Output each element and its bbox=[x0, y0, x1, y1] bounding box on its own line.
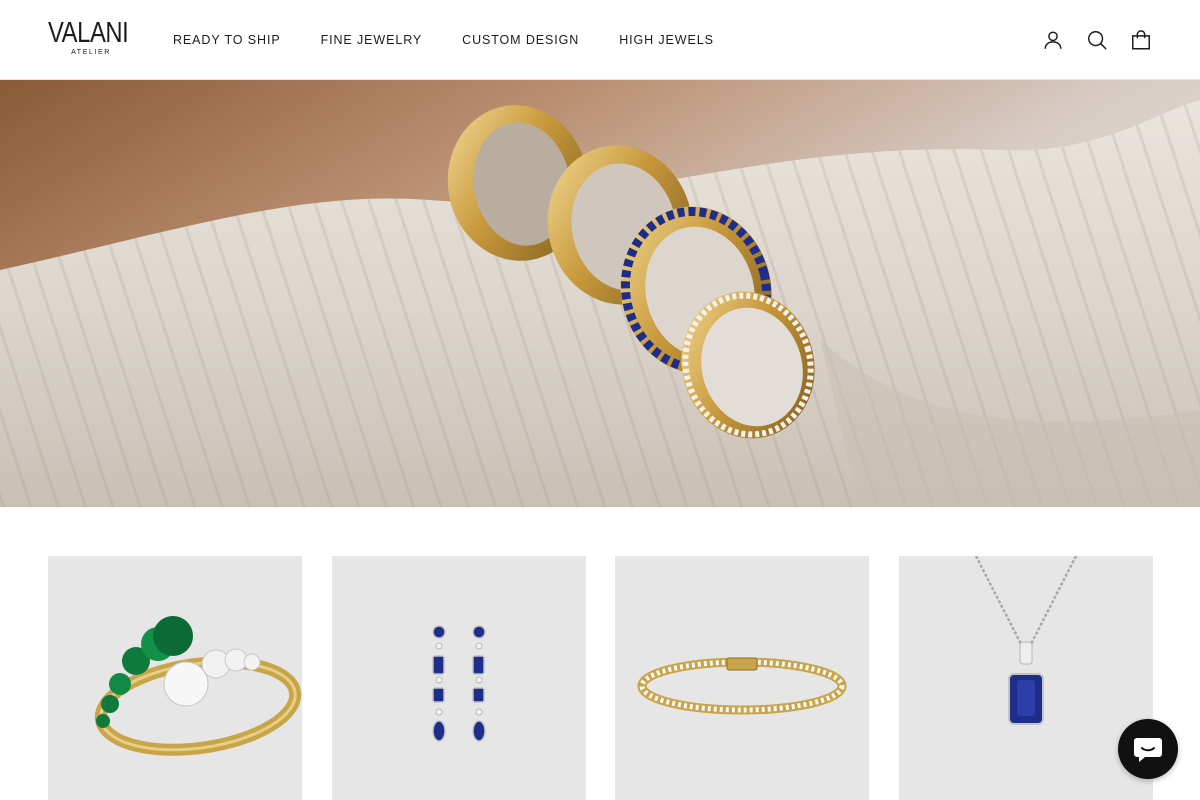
product-image-tennis-bracelet bbox=[615, 556, 869, 800]
chat-button[interactable] bbox=[1118, 719, 1178, 779]
hero-banner[interactable] bbox=[0, 80, 1200, 507]
main-nav: READY TO SHIP FINE JEWELRY CUSTOM DESIGN… bbox=[173, 0, 714, 80]
product-card[interactable] bbox=[899, 556, 1153, 800]
brand-tagline: ATELIER bbox=[71, 49, 111, 56]
nav-item-custom-design[interactable]: CUSTOM DESIGN bbox=[462, 33, 579, 47]
nav-item-fine-jewelry[interactable]: FINE JEWELRY bbox=[321, 33, 423, 47]
product-image-sapphire-earrings bbox=[332, 556, 586, 800]
product-card[interactable] bbox=[48, 556, 302, 800]
product-image-emerald-ring bbox=[48, 556, 302, 800]
nav-item-high-jewels[interactable]: HIGH JEWELS bbox=[619, 33, 714, 47]
brand-name: VALANI bbox=[48, 17, 129, 49]
header-actions bbox=[1042, 26, 1152, 54]
search-icon[interactable] bbox=[1086, 26, 1108, 54]
product-grid bbox=[48, 556, 1153, 800]
hero-rings-image bbox=[0, 80, 1200, 507]
product-image-sapphire-pendant bbox=[899, 556, 1153, 800]
account-icon[interactable] bbox=[1042, 26, 1064, 54]
cart-icon[interactable] bbox=[1130, 26, 1152, 54]
product-card[interactable] bbox=[615, 556, 869, 800]
brand-logo[interactable]: VALANI ATELIER bbox=[48, 18, 134, 62]
site-header: VALANI ATELIER READY TO SHIP FINE JEWELR… bbox=[0, 0, 1200, 80]
product-card[interactable] bbox=[332, 556, 586, 800]
nav-item-ready-to-ship[interactable]: READY TO SHIP bbox=[173, 33, 281, 47]
chat-bubble-icon bbox=[1134, 738, 1162, 762]
